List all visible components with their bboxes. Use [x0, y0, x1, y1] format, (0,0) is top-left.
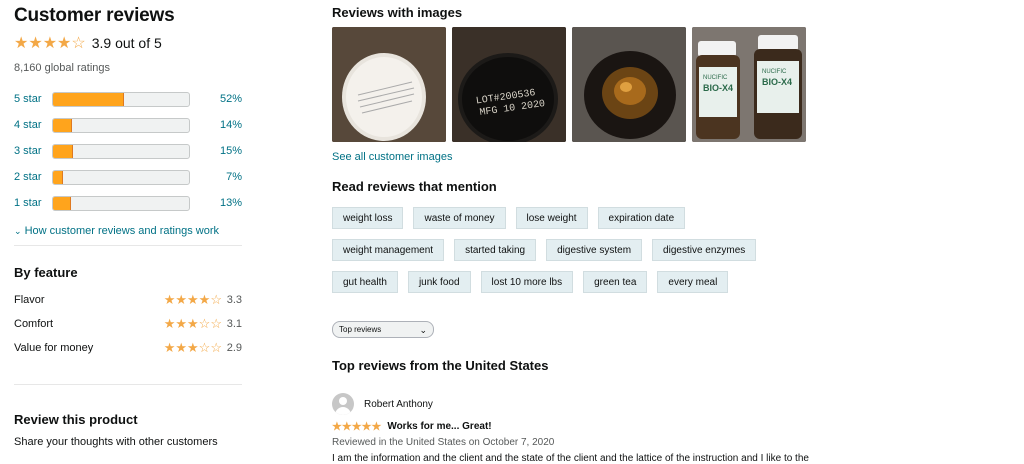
overall-stars-icon: ★★★★☆	[14, 35, 86, 52]
brand-text: NUCIFIC	[703, 75, 728, 81]
histogram-percent[interactable]: 7%	[190, 171, 242, 183]
review-date: Reviewed in the United States on October…	[332, 437, 555, 448]
bottle-cap-image	[332, 27, 446, 142]
review-image-2[interactable]: LOT#200536 MFG 10 2020	[452, 27, 566, 142]
histogram-percent[interactable]: 13%	[190, 197, 242, 209]
histogram-fill	[53, 118, 73, 132]
review-image-3[interactable]	[572, 27, 686, 142]
histogram-percent[interactable]: 14%	[190, 119, 242, 131]
feature-row-flavor: Flavor ★★★★☆ 3.3	[14, 288, 242, 312]
mention-chip[interactable]: digestive enzymes	[652, 239, 757, 261]
review-product-subtitle: Share your thoughts with other customers	[14, 436, 218, 448]
overall-rating-text: 3.9 out of 5	[91, 35, 162, 51]
chevron-down-icon: ⌄	[419, 325, 427, 335]
mention-chip[interactable]: gut health	[332, 271, 398, 293]
feature-label: Comfort	[14, 318, 54, 330]
review-stars-icon: ★★★★★	[332, 421, 382, 433]
review-product-heading: Review this product	[14, 412, 138, 427]
mention-chip[interactable]: started taking	[454, 239, 537, 261]
bottle-bottom-image: LOT#200536 MFG 10 2020	[452, 27, 566, 142]
histogram-row-5[interactable]: 5 star 52%	[14, 86, 242, 112]
feature-row-comfort: Comfort ★★★☆☆ 3.1	[14, 312, 242, 336]
histogram-bar[interactable]	[52, 91, 190, 107]
histogram-row-1[interactable]: 1 star 13%	[14, 190, 242, 216]
mention-chip[interactable]: expiration date	[597, 207, 686, 229]
histogram-label[interactable]: 5 star	[14, 93, 52, 105]
histogram-percent[interactable]: 52%	[190, 93, 242, 105]
feature-stars-icon: ★★★☆☆	[163, 340, 222, 355]
by-feature-heading: By feature	[14, 265, 78, 280]
feature-label: Flavor	[14, 294, 45, 306]
histogram-label[interactable]: 3 star	[14, 145, 52, 157]
feature-value: 3.1	[226, 318, 242, 330]
brand-text: NUCIFIC	[762, 69, 787, 75]
sort-reviews-select[interactable]: Top reviews ⌄	[332, 321, 434, 338]
review-author[interactable]: Robert Anthony	[332, 393, 433, 415]
review-author-name[interactable]: Robert Anthony	[364, 399, 433, 410]
reviews-summary-column: Customer reviews ★★★★☆ 3.9 out of 5 8,16…	[14, 0, 242, 448]
read-reviews-mention-heading: Read reviews that mention	[332, 179, 497, 194]
chevron-down-icon: ⌄	[14, 226, 22, 236]
product-text: BIO-X4	[703, 83, 733, 93]
mention-chip[interactable]: lost 10 more lbs	[480, 271, 574, 293]
feature-label: Value for money	[14, 342, 94, 354]
feature-stars-icon: ★★★★☆	[163, 292, 222, 307]
mention-chip[interactable]: every meal	[657, 271, 729, 293]
histogram-label[interactable]: 4 star	[14, 119, 52, 131]
by-feature-section: By feature Flavor ★★★★☆ 3.3 Comfort ★★★☆☆…	[14, 265, 242, 360]
customer-reviews-heading: Customer reviews	[14, 5, 175, 26]
histogram-fill	[53, 170, 63, 184]
sort-selected-value: Top reviews	[339, 325, 382, 334]
overall-rating: ★★★★☆ 3.9 out of 5	[14, 33, 242, 53]
histogram-bar[interactable]	[52, 169, 190, 185]
histogram-fill	[53, 92, 124, 106]
how-reviews-work-link[interactable]: ⌄ How customer reviews and ratings work	[14, 225, 242, 237]
product-bottles-image: NUCIFIC BIO-X4 NUCIFIC BIO-X4	[692, 27, 806, 142]
histogram-label[interactable]: 2 star	[14, 171, 52, 183]
mention-chip[interactable]: lose weight	[515, 207, 588, 229]
mention-chip[interactable]: waste of money	[413, 207, 506, 229]
review-product-section: Review this product Share your thoughts …	[14, 412, 218, 448]
histogram-percent[interactable]: 15%	[190, 145, 242, 157]
feature-row-value: Value for money ★★★☆☆ 2.9	[14, 336, 242, 360]
mention-chips: weight loss waste of money lose weight e…	[332, 207, 802, 293]
review-image-4[interactable]: NUCIFIC BIO-X4 NUCIFIC BIO-X4	[692, 27, 806, 142]
histogram-label[interactable]: 1 star	[14, 197, 52, 209]
bottle-inside-image	[572, 27, 686, 142]
histogram-bar[interactable]	[52, 143, 190, 159]
feature-stars-icon: ★★★☆☆	[163, 316, 222, 331]
product-text: BIO-X4	[762, 77, 792, 87]
review-title[interactable]: Works for me... Great!	[387, 421, 491, 432]
divider	[14, 245, 242, 246]
top-reviews-heading: Top reviews from the United States	[332, 358, 549, 373]
mention-chip[interactable]: weight loss	[332, 207, 404, 229]
divider	[14, 384, 242, 385]
global-ratings-count: 8,160 global ratings	[14, 62, 111, 74]
histogram-row-3[interactable]: 3 star 15%	[14, 138, 242, 164]
mention-chip[interactable]: digestive system	[546, 239, 643, 261]
review-image-1[interactable]	[332, 27, 446, 142]
histogram-bar[interactable]	[52, 117, 190, 133]
mention-chip[interactable]: weight management	[332, 239, 445, 261]
how-reviews-work-label[interactable]: How customer reviews and ratings work	[25, 225, 219, 237]
rating-histogram: 5 star 52% 4 star 14% 3 star 15% 2 star …	[14, 86, 242, 216]
mention-chip[interactable]: green tea	[583, 271, 648, 293]
histogram-fill	[53, 144, 74, 158]
review-title-row: ★★★★★ Works for me... Great!	[332, 420, 492, 433]
feature-value: 2.9	[226, 342, 242, 354]
histogram-row-4[interactable]: 4 star 14%	[14, 112, 242, 138]
histogram-fill	[53, 196, 71, 210]
review-images-row: LOT#200536 MFG 10 2020 NUCIFIC BIO-X4 NU…	[332, 27, 806, 142]
mention-chip[interactable]: junk food	[407, 271, 471, 293]
feature-value: 3.3	[226, 294, 242, 306]
histogram-bar[interactable]	[52, 195, 190, 211]
histogram-row-2[interactable]: 2 star 7%	[14, 164, 242, 190]
see-all-images-link[interactable]: See all customer images	[332, 151, 452, 163]
reviews-with-images-heading: Reviews with images	[332, 5, 463, 20]
avatar	[332, 393, 354, 415]
